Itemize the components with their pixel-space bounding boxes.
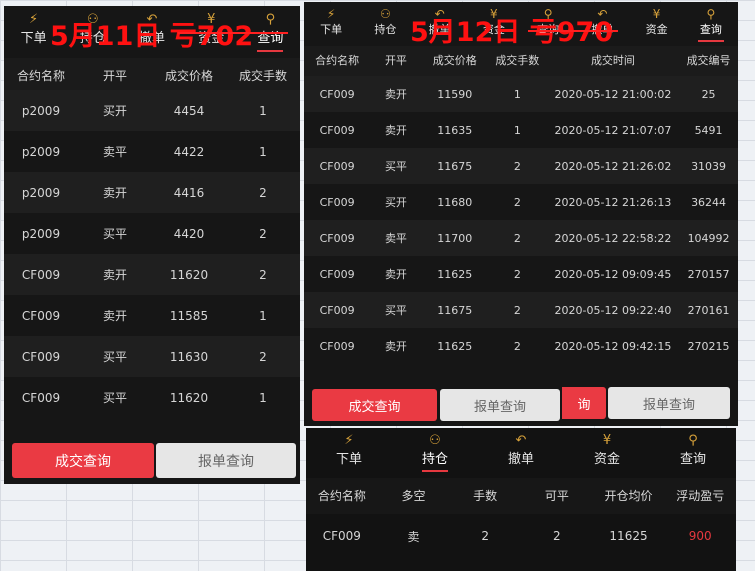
table-row[interactable]: CF009 买平 11675 2 2020-05-12 21:26:02 31039 — [304, 148, 738, 184]
positions-panel: ⚡ 下单 ⚇ 持仓 ↶ 撤单 ¥ 资金 ⚲ 查询 合约名称 多空 手数 可平 开仓均价 浮… — [306, 428, 736, 571]
tab-query[interactable]: ⚲查询 — [650, 428, 736, 472]
position-icon: ⚇ — [379, 7, 391, 21]
table-header: 合约名称 多空 手数 可平 开仓均价 浮动盈亏 — [306, 478, 736, 514]
trade-query-button[interactable]: 成交查询 — [12, 443, 154, 478]
tab-funds-2[interactable]: ¥ 资金 — [630, 2, 684, 42]
tab-position[interactable]: ⚇ 持仓 — [358, 2, 412, 42]
table-row[interactable]: p2009 卖开 4416 2 — [4, 172, 300, 213]
table-header: 合约名称 开平 成交价格 成交手数 — [4, 58, 300, 94]
search-icon: ⚲ — [688, 433, 698, 448]
table-header: 合约名称 开平 成交价格 成交手数 成交时间 成交编号 — [304, 46, 738, 76]
floating-pnl-value: 900 — [688, 529, 712, 543]
lightning-icon: ⚡ — [344, 433, 354, 448]
table-row[interactable]: CF009 卖平 11700 2 2020-05-12 22:58:22 104992 — [304, 220, 738, 256]
trade-query-button[interactable]: 成交查询 — [312, 389, 437, 421]
tab-query-2[interactable]: ⚲ 查询 — [684, 2, 738, 42]
table-row[interactable]: CF009 买开 11680 2 2020-05-12 21:26:13 36244 — [304, 184, 738, 220]
yen-coin-icon: ¥ — [652, 7, 661, 21]
order-query-button[interactable]: 报单查询 — [156, 443, 296, 478]
trade-table-body: CF009 卖开 11590 1 2020-05-12 21:00:02 25 CF009… — [304, 76, 738, 368]
trade-table-body: p2009 买开 4454 1 p2009 卖平 4422 1 p2009 卖开 4416 2 p… — [4, 90, 300, 420]
tab-order[interactable]: ⚡ 下单 — [304, 2, 358, 42]
trade-query-panel-may12: ⚡下单 ⚇持仓 ↶撤单 ¥资金 ⚲查询 ↶撤单 ¥资金 ⚲查询 合约名称 开平 … — [304, 2, 738, 426]
annotation-strike-line — [178, 32, 288, 34]
trade-query-button-partial[interactable]: 询 — [562, 387, 606, 419]
table-row[interactable]: CF009 卖开 11590 1 2020-05-12 21:00:02 25 — [304, 76, 738, 112]
table-row[interactable]: CF009 卖开 11625 2 2020-05-12 09:42:15 270215 — [304, 328, 738, 364]
tab-order[interactable]: ⚡ 下单 — [306, 428, 392, 472]
table-row[interactable]: p2009 买开 4454 1 — [4, 90, 300, 131]
tab-position[interactable]: ⚇ 持仓 — [392, 428, 478, 472]
position-icon: ⚇ — [429, 433, 441, 448]
table-row[interactable]: CF009 卖开 11585 1 — [4, 295, 300, 336]
table-row[interactable]: CF009 买平 11630 2 — [4, 336, 300, 377]
table-row[interactable]: p2009 卖平 4422 1 — [4, 131, 300, 172]
undo-arrow-icon: ↶ — [515, 433, 527, 448]
table-row[interactable]: CF009 卖开 11620 2 — [4, 254, 300, 295]
trade-query-panel-may11: ⚡ 下单 ⚇ 持仓 ↶ 撤单 ¥ 资金 ⚲ 查询 合约名称 开平 成交价格 成交手数 p2… — [4, 6, 300, 484]
search-icon: ⚲ — [706, 7, 716, 21]
annotation-strike-line — [528, 30, 618, 32]
bottom-button-bar: 成交查询 报单查询 — [4, 440, 300, 480]
table-row[interactable]: CF009 买平 11620 1 — [4, 377, 300, 418]
table-row[interactable]: CF009 卖开 11625 2 2020-05-12 09:09:45 270157 — [304, 256, 738, 292]
order-query-button-2[interactable]: 报单查询 — [608, 387, 730, 419]
yen-coin-icon: ¥ — [602, 433, 612, 448]
lightning-icon: ⚡ — [326, 7, 336, 21]
table-row[interactable]: p2009 买平 4420 2 — [4, 213, 300, 254]
order-query-button[interactable]: 报单查询 — [440, 389, 560, 421]
tab-cancel[interactable]: ↶ 撤单 — [478, 428, 564, 472]
table-row[interactable]: CF009 买平 11675 2 2020-05-12 09:22:40 270161 — [304, 292, 738, 328]
tab-funds[interactable]: ¥ 资金 — [564, 428, 650, 472]
top-nav: ⚡ 下单 ⚇ 持仓 ↶ 撤单 ¥ 资金 ⚲ 查询 — [306, 428, 736, 472]
table-row[interactable]: CF009 卖开 11635 1 2020-05-12 21:07:07 5491 — [304, 112, 738, 148]
position-row[interactable]: CF009 卖 2 2 11625 900 — [306, 516, 736, 556]
bottom-button-bar: 成交查询 报单查询 询 报单查询 — [304, 386, 738, 424]
